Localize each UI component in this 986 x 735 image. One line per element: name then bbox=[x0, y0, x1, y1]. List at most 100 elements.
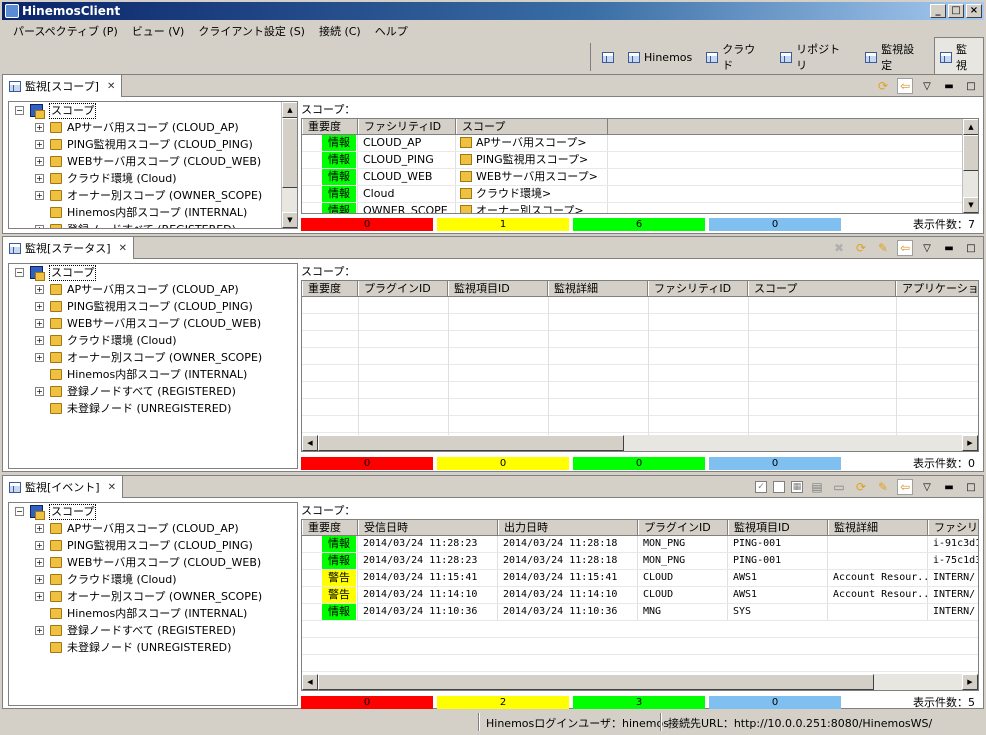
column-header[interactable]: 重要度 bbox=[302, 281, 358, 296]
column-header[interactable]: 監視詳細 bbox=[828, 520, 928, 535]
tree-node[interactable]: + APサーバ用スコープ (CLOUD_AP) bbox=[9, 119, 297, 136]
tree-node[interactable]: + WEBサーバ用スコープ (CLOUD_WEB) bbox=[9, 315, 297, 332]
tree-node[interactable]: +登録ノードすべて (REGISTERED) bbox=[9, 221, 297, 228]
tree-node-root[interactable]: − スコープ bbox=[9, 503, 297, 520]
view-menu-icon[interactable]: ▽ bbox=[919, 240, 935, 256]
tree-scrollbar[interactable]: ▲ ▼ bbox=[281, 102, 297, 228]
table-row[interactable]: 情報 Cloud クラウド環境> bbox=[302, 186, 978, 203]
maximize-button[interactable]: □ bbox=[948, 4, 964, 18]
minimize-button[interactable]: _ bbox=[930, 4, 946, 18]
scroll-thumb[interactable] bbox=[963, 135, 978, 171]
column-header[interactable]: 出力日時 bbox=[498, 520, 638, 535]
menu-perspective[interactable]: パースペクティブ (P) bbox=[6, 23, 125, 39]
tab-monitor-status[interactable]: 監視[ステータス] ✕ bbox=[3, 237, 134, 259]
view-menu-icon[interactable]: ▽ bbox=[919, 78, 935, 94]
filter-icon[interactable]: ✎ bbox=[875, 240, 891, 256]
column-header[interactable]: ファシリティID bbox=[358, 119, 456, 134]
table-scrollbar[interactable]: ▲ ▼ bbox=[962, 119, 978, 213]
column-header[interactable]: 監視項目ID bbox=[448, 281, 548, 296]
table-row[interactable]: 情報 2014/03/24 11:28:23 2014/03/24 11:28:… bbox=[302, 553, 978, 570]
refresh-icon[interactable]: ⟳ bbox=[853, 479, 869, 495]
column-header[interactable]: 監視詳細 bbox=[548, 281, 648, 296]
tree-node[interactable]: + WEBサーバ用スコープ (CLOUD_WEB) bbox=[9, 153, 297, 170]
tree-node[interactable]: Hinemos内部スコープ (INTERNAL) bbox=[9, 605, 297, 622]
scroll-down-icon[interactable]: ▼ bbox=[963, 197, 978, 213]
unconfirm-icon[interactable] bbox=[773, 481, 785, 493]
tree-node[interactable]: 未登録ノード (UNREGISTERED) bbox=[9, 400, 297, 417]
scroll-left-icon[interactable]: ◀ bbox=[302, 674, 318, 690]
table-row[interactable]: 警告 2014/03/24 11:15:41 2014/03/24 11:15:… bbox=[302, 570, 978, 587]
maximize-icon[interactable]: □ bbox=[963, 78, 979, 94]
tree-node[interactable]: +登録ノードすべて (REGISTERED) bbox=[9, 383, 297, 400]
menu-connect[interactable]: 接続 (C) bbox=[312, 23, 368, 39]
table-row[interactable]: 情報 OWNER_SCOPE オーナー別スコープ> bbox=[302, 203, 978, 213]
column-header[interactable]: 監視項目ID bbox=[728, 520, 828, 535]
tree-node[interactable]: + オーナー別スコープ (OWNER_SCOPE) bbox=[9, 187, 297, 204]
delete-icon[interactable]: ✖ bbox=[831, 240, 847, 256]
scroll-down-icon[interactable]: ▼ bbox=[282, 212, 297, 228]
close-icon[interactable]: ✕ bbox=[119, 243, 127, 254]
table-row[interactable]: 情報 2014/03/24 11:10:36 2014/03/24 11:10:… bbox=[302, 604, 978, 621]
tree-node[interactable]: + PING監視用スコープ (CLOUD_PING) bbox=[9, 136, 297, 153]
minimize-icon[interactable]: ▬ bbox=[941, 240, 957, 256]
perspective-hinemos[interactable]: Hinemos bbox=[623, 48, 697, 67]
minimize-icon[interactable]: ▬ bbox=[941, 78, 957, 94]
column-header[interactable]: 重要度 bbox=[302, 119, 358, 134]
maximize-icon[interactable]: □ bbox=[963, 479, 979, 495]
tree-node[interactable]: + WEBサーバ用スコープ (CLOUD_WEB) bbox=[9, 554, 297, 571]
back-icon[interactable]: ⇦ bbox=[897, 479, 913, 495]
tab-monitor-scope[interactable]: 監視[スコープ] ✕ bbox=[3, 75, 123, 97]
column-header[interactable]: プラグインID bbox=[638, 520, 728, 535]
detail-icon[interactable]: ▤ bbox=[809, 479, 825, 495]
tree-node[interactable]: + クラウド環境 (Cloud) bbox=[9, 170, 297, 187]
table-row[interactable]: 警告 2014/03/24 11:14:10 2014/03/24 11:14:… bbox=[302, 587, 978, 604]
table-row[interactable]: 情報 CLOUD_AP APサーバ用スコープ> bbox=[302, 135, 978, 152]
maximize-icon[interactable]: □ bbox=[963, 240, 979, 256]
scroll-up-icon[interactable]: ▲ bbox=[282, 102, 297, 118]
menu-view[interactable]: ビュー (V) bbox=[125, 23, 192, 39]
column-header[interactable]: ファシリティID bbox=[648, 281, 748, 296]
perspective-cloud[interactable]: クラウド bbox=[701, 38, 771, 76]
tree-node[interactable]: + PING監視用スコープ (CLOUD_PING) bbox=[9, 537, 297, 554]
table-hscrollbar[interactable]: ◀ ▶ bbox=[302, 674, 978, 690]
menu-help[interactable]: ヘルプ bbox=[368, 23, 415, 39]
close-icon[interactable]: ✕ bbox=[108, 482, 116, 493]
perspective-repository[interactable]: リポジトリ bbox=[775, 38, 856, 76]
filter-icon[interactable]: ✎ bbox=[875, 479, 891, 495]
scroll-thumb[interactable] bbox=[282, 118, 297, 188]
report-icon[interactable]: ▭ bbox=[831, 479, 847, 495]
tree-node[interactable]: + オーナー別スコープ (OWNER_SCOPE) bbox=[9, 349, 297, 366]
column-header[interactable]: ファシリティ bbox=[928, 520, 978, 535]
column-header[interactable]: 受信日時 bbox=[358, 520, 498, 535]
column-header[interactable]: スコープ bbox=[456, 119, 608, 134]
refresh-icon[interactable]: ⟳ bbox=[875, 78, 891, 94]
column-header[interactable]: プラグインID bbox=[358, 281, 448, 296]
tree-node[interactable]: Hinemos内部スコープ (INTERNAL) bbox=[9, 204, 297, 221]
scroll-thumb[interactable] bbox=[318, 435, 624, 451]
view-menu-icon[interactable]: ▽ bbox=[919, 479, 935, 495]
tree-node[interactable]: Hinemos内部スコープ (INTERNAL) bbox=[9, 366, 297, 383]
tree-node[interactable]: + APサーバ用スコープ (CLOUD_AP) bbox=[9, 520, 297, 537]
column-header[interactable]: アプリケーション bbox=[896, 281, 978, 296]
tree-node[interactable]: + オーナー別スコープ (OWNER_SCOPE) bbox=[9, 588, 297, 605]
tree-node[interactable]: + クラウド環境 (Cloud) bbox=[9, 571, 297, 588]
confirm-icon[interactable]: ✓ bbox=[755, 481, 767, 493]
tree-node[interactable]: + APサーバ用スコープ (CLOUD_AP) bbox=[9, 281, 297, 298]
tree-node[interactable]: + PING監視用スコープ (CLOUD_PING) bbox=[9, 298, 297, 315]
close-button[interactable]: × bbox=[966, 4, 982, 18]
column-header[interactable]: スコープ bbox=[748, 281, 896, 296]
tree-node-root[interactable]: − スコープ bbox=[9, 102, 297, 119]
table-row[interactable]: 情報 CLOUD_WEB WEBサーバ用スコープ> bbox=[302, 169, 978, 186]
scroll-left-icon[interactable]: ◀ bbox=[302, 435, 318, 451]
perspective-monitor-settings[interactable]: 監視設定 bbox=[860, 38, 930, 76]
tree-node-root[interactable]: − スコープ bbox=[9, 264, 297, 281]
refresh-icon[interactable]: ⟳ bbox=[853, 240, 869, 256]
table-hscrollbar[interactable]: ◀ ▶ bbox=[302, 435, 978, 451]
menu-client-settings[interactable]: クライアント設定 (S) bbox=[191, 23, 312, 39]
tree-node[interactable]: 未登録ノード (UNREGISTERED) bbox=[9, 639, 297, 656]
scroll-right-icon[interactable]: ▶ bbox=[962, 435, 978, 451]
open-perspective-button[interactable] bbox=[597, 49, 619, 66]
tree-node[interactable]: + クラウド環境 (Cloud) bbox=[9, 332, 297, 349]
column-header[interactable]: 重要度 bbox=[302, 520, 358, 535]
scroll-right-icon[interactable]: ▶ bbox=[962, 674, 978, 690]
